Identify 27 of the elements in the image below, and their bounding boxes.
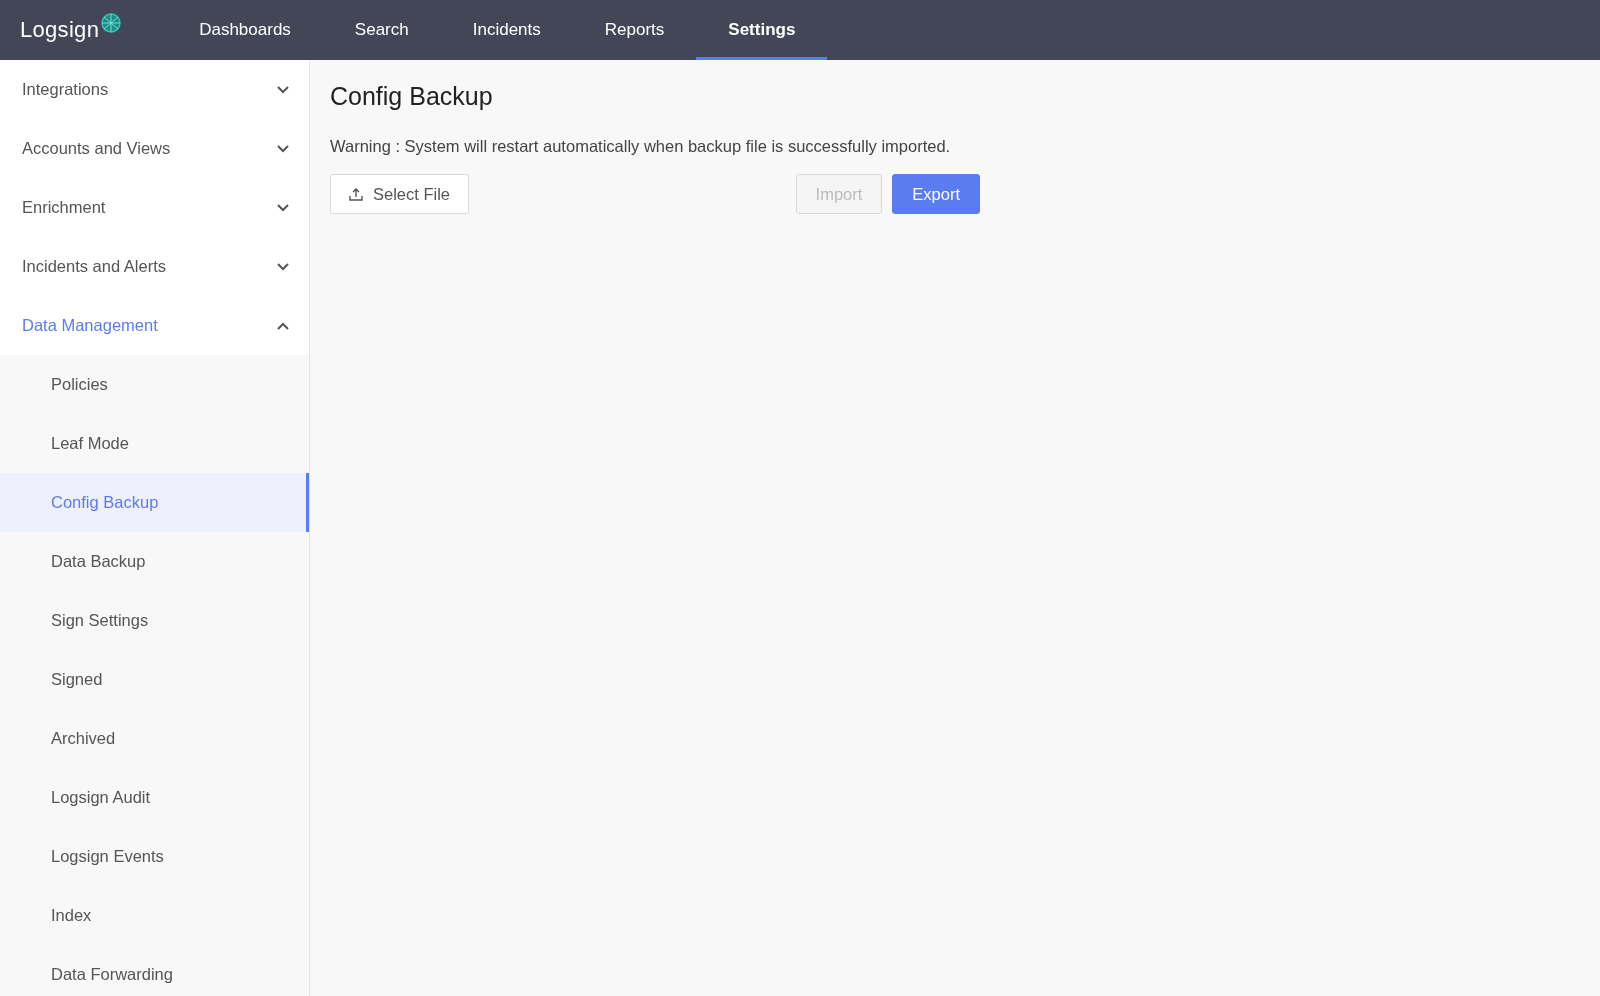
sidebar-item[interactable]: Signed — [0, 650, 309, 709]
sidebar-item[interactable]: Logsign Events — [0, 827, 309, 886]
sidebar-item[interactable]: Sign Settings — [0, 591, 309, 650]
sidebar-item[interactable]: Index — [0, 886, 309, 945]
nav-tab[interactable]: Reports — [572, 0, 697, 60]
sidebar-group[interactable]: Incidents and Alerts — [0, 237, 309, 296]
logo-text: Logsign — [20, 17, 100, 43]
nav-tab[interactable]: Incidents — [440, 0, 573, 60]
page-title: Config Backup — [330, 82, 494, 111]
sidebar-group[interactable]: Data Management — [0, 296, 309, 355]
sidebar-group[interactable]: Enrichment — [0, 178, 309, 237]
sidebar-item[interactable]: Policies — [0, 355, 309, 414]
sidebar-item[interactable]: Archived — [0, 709, 309, 768]
upload-icon — [349, 187, 363, 201]
nav-tab[interactable]: Dashboards — [167, 0, 323, 60]
sidebar-item[interactable]: Data Forwarding — [0, 945, 309, 996]
globe-icon — [99, 12, 124, 34]
select-file-button[interactable]: Select File — [330, 174, 470, 214]
sidebar-group[interactable]: Integrations — [0, 60, 309, 119]
sidebar-item[interactable]: Leaf Mode — [0, 414, 309, 473]
nav-tab[interactable]: Settings — [696, 0, 828, 60]
sidebar-item[interactable]: Data Backup — [0, 532, 309, 591]
nav-tab[interactable]: Search — [322, 0, 441, 60]
sidebar-item[interactable]: Logsign Audit — [0, 768, 309, 827]
export-button[interactable]: Export — [892, 174, 980, 214]
sidebar-group[interactable]: Accounts and Views — [0, 119, 309, 178]
warning-text: Warning : System will restart automatically when backup file is successfully imported. — [330, 137, 952, 156]
